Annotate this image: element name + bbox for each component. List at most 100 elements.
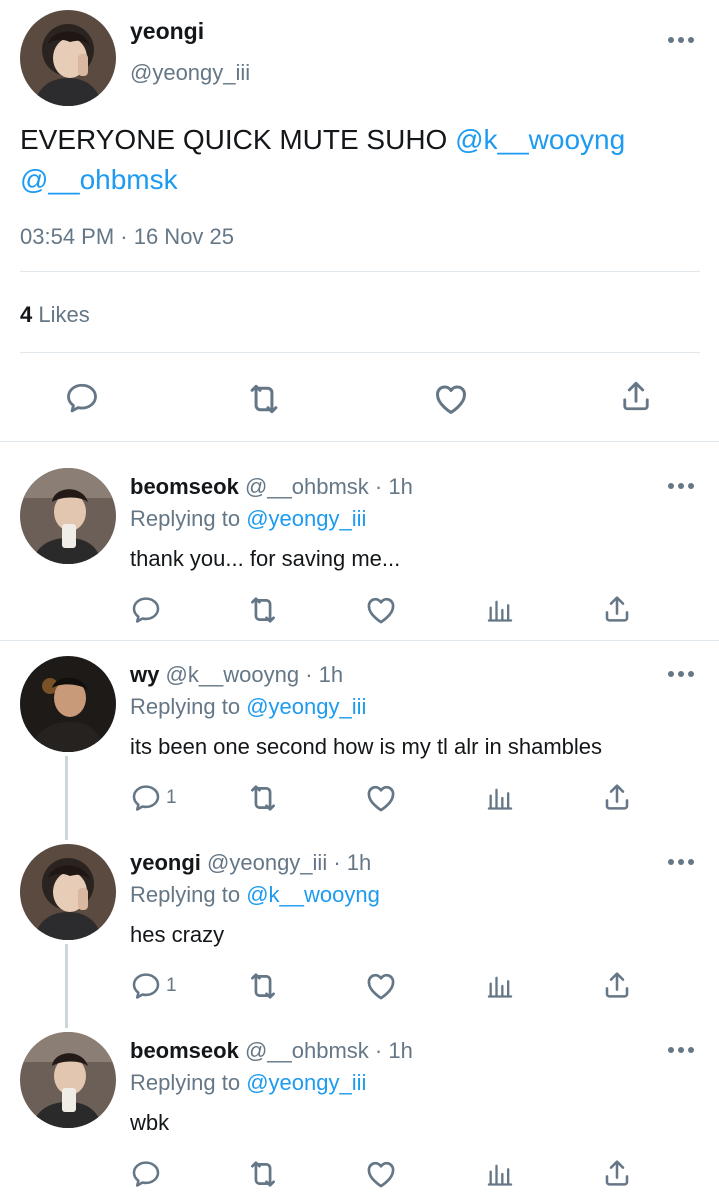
stats-icon [486,972,514,1000]
stats-icon [486,1160,514,1188]
more-options-icon[interactable] [668,481,694,491]
avatar-beomseok[interactable] [20,1032,116,1128]
reply-header[interactable]: beomseok @__ohbmsk · 1h [130,1038,413,1064]
share-icon [601,969,633,1001]
reply-count: 1 [166,975,177,996]
reply-handle-time: @__ohbmsk · 1h [244,474,413,499]
avatar-image [20,10,116,106]
mention-link[interactable]: @yeongy_iii [246,694,366,719]
stats-icon [486,784,514,812]
replying-to: Replying to @yeongy_iii [130,694,366,720]
reply-author-name: beomseok [130,1038,239,1063]
likes-summary[interactable]: 4 Likes [20,302,90,328]
replying-to: Replying to @k__wooyng [130,882,380,908]
more-options-icon[interactable] [668,669,694,679]
like-button[interactable] [364,781,398,815]
reply-handle-time: @k__wooyng · 1h [165,662,344,687]
share-button[interactable] [601,593,633,625]
avatar-image [20,468,116,564]
retweet-icon [246,781,280,815]
mention-link[interactable]: @k__wooyng [455,124,625,155]
avatar-yeongi[interactable] [20,10,116,106]
retweet-icon [246,593,280,627]
heart-icon [432,380,470,418]
divider [20,352,700,353]
retweet-icon [246,1157,280,1191]
share-button[interactable] [618,378,654,414]
avatar-beomseok[interactable] [20,468,116,564]
share-button[interactable] [601,969,633,1001]
reply-icon [130,782,162,814]
retweet-button[interactable] [246,969,280,1003]
replying-to-prefix: Replying to [130,694,247,719]
likes-label: Likes [38,302,90,327]
reply-count: 1 [166,787,177,808]
retweet-button[interactable] [246,781,280,815]
retweet-button[interactable] [245,380,283,418]
reply-text: its been one second how is my tl alr in … [130,734,603,759]
mention-link[interactable]: @__ohbmsk [20,164,178,195]
share-icon [601,593,633,625]
reply-header[interactable]: wy @k__wooyng · 1h [130,662,343,688]
mention-link[interactable]: @yeongy_iii [246,506,366,531]
retweet-button[interactable] [246,1157,280,1191]
analytics-button[interactable] [486,596,514,624]
share-icon [618,378,654,414]
stats-icon [486,596,514,624]
mention-link[interactable]: @k__wooyng [246,882,380,907]
author-handle[interactable]: @yeongy_iii [130,60,250,86]
reply-button[interactable] [64,380,100,416]
avatar-wy[interactable] [20,656,116,752]
reply-icon [64,380,100,416]
divider [20,271,700,272]
share-icon [601,1157,633,1189]
analytics-button[interactable] [486,1160,514,1188]
reply-button[interactable]: 1 [130,782,177,814]
divider [0,640,719,641]
tweet-text: EVERYONE QUICK MUTE SUHO @k__wooyng @__o… [20,120,700,200]
reply-icon [130,970,162,1002]
thread-line [65,756,68,840]
more-options-icon[interactable] [668,1045,694,1055]
share-icon [601,781,633,813]
reply-button[interactable] [130,1158,166,1190]
divider [0,441,719,442]
tweet-timestamp[interactable]: 03:54 PM · 16 Nov 25 [20,224,234,250]
reply-handle-time: @yeongy_iii · 1h [207,850,372,875]
replying-to-prefix: Replying to [130,506,247,531]
avatar-image [20,1032,116,1128]
more-options-icon[interactable] [668,35,694,45]
retweet-button[interactable] [246,593,280,627]
reply-button[interactable]: 1 [130,970,177,1002]
like-button[interactable] [432,380,470,418]
heart-icon [364,969,398,1003]
reply-text: wbk [130,1110,170,1135]
mention-link[interactable]: @yeongy_iii [246,1070,366,1095]
likes-count: 4 [20,302,33,327]
reply-author-name: wy [130,662,160,687]
replying-to: Replying to @yeongy_iii [130,506,366,532]
reply-button[interactable] [130,594,166,626]
share-button[interactable] [601,781,633,813]
replying-to: Replying to @yeongy_iii [130,1070,366,1096]
heart-icon [364,593,398,627]
thread-line [65,944,68,1028]
more-options-icon[interactable] [668,857,694,867]
analytics-button[interactable] [486,784,514,812]
heart-icon [364,781,398,815]
reply-icon [130,594,162,626]
reply-header[interactable]: beomseok @__ohbmsk · 1h [130,474,413,500]
author-name[interactable]: yeongi [130,18,204,45]
like-button[interactable] [364,593,398,627]
reply-handle-time: @__ohbmsk · 1h [244,1038,413,1063]
share-button[interactable] [601,1157,633,1189]
replying-to-prefix: Replying to [130,1070,247,1095]
avatar-yeongi[interactable] [20,844,116,940]
like-button[interactable] [364,1157,398,1191]
analytics-button[interactable] [486,972,514,1000]
reply-header[interactable]: yeongi @yeongy_iii · 1h [130,850,371,876]
avatar-image [20,844,116,940]
like-button[interactable] [364,969,398,1003]
tweet-body: EVERYONE QUICK MUTE SUHO [20,124,456,155]
avatar-image [20,656,116,752]
